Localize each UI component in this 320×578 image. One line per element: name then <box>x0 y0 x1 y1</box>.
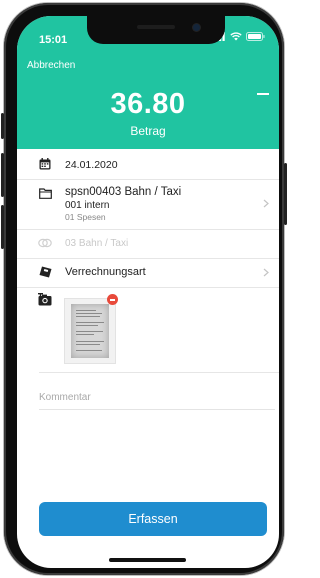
remove-photo-button[interactable] <box>107 294 118 305</box>
amount-label: Betrag <box>130 124 166 138</box>
tag-icon <box>39 266 52 278</box>
wifi-icon <box>230 32 242 41</box>
billing-type-label: Verrechnungsart <box>65 266 146 278</box>
home-indicator <box>109 558 186 562</box>
cancel-button[interactable]: Abbrechen <box>27 60 75 71</box>
chevron-right-icon <box>263 268 269 277</box>
comment-underline <box>39 409 275 410</box>
status-time: 15:01 <box>39 34 68 46</box>
date-value: 24.01.2020 <box>65 159 118 171</box>
submit-button[interactable]: Erfassen <box>39 502 267 536</box>
billing-type-row[interactable]: Verrechnungsart <box>17 258 279 288</box>
comment-field[interactable]: Kommentar <box>39 392 91 403</box>
add-photo-icon[interactable] <box>38 293 53 306</box>
phone-side-button <box>284 163 287 225</box>
phone-side-button <box>1 113 4 139</box>
receipt-image <box>71 304 109 358</box>
calendar-icon <box>39 158 51 170</box>
category-row[interactable]: spsn00403 Bahn / Taxi 001 intern 01 Spes… <box>17 179 279 230</box>
phone-frame: 15:01 Abbrechen 36.80 Betrag 24.01.2020 … <box>1 3 287 575</box>
coins-icon <box>38 238 52 248</box>
phone-side-button <box>1 205 4 249</box>
category-subtitle-secondary: 01 Spesen <box>65 212 106 222</box>
chevron-right-icon <box>263 199 269 208</box>
phone-notch <box>87 16 225 44</box>
category-title: spsn00403 Bahn / Taxi <box>65 186 182 198</box>
battery-icon <box>246 32 265 41</box>
attachment-divider <box>39 372 279 373</box>
amount-value[interactable]: 36.80 <box>17 88 279 121</box>
receipt-thumbnail[interactable] <box>64 298 116 364</box>
disabled-category-row: 03 Bahn / Taxi <box>17 229 279 259</box>
phone-side-button <box>1 153 4 197</box>
app-screen: 15:01 Abbrechen 36.80 Betrag 24.01.2020 … <box>17 16 279 568</box>
date-row[interactable]: 24.01.2020 <box>17 149 279 180</box>
folder-icon <box>39 188 52 199</box>
disabled-category-value: 03 Bahn / Taxi <box>65 238 129 249</box>
camera-icon <box>193 24 200 31</box>
category-subtitle: 001 intern <box>65 200 110 211</box>
speaker-grille <box>137 25 175 29</box>
